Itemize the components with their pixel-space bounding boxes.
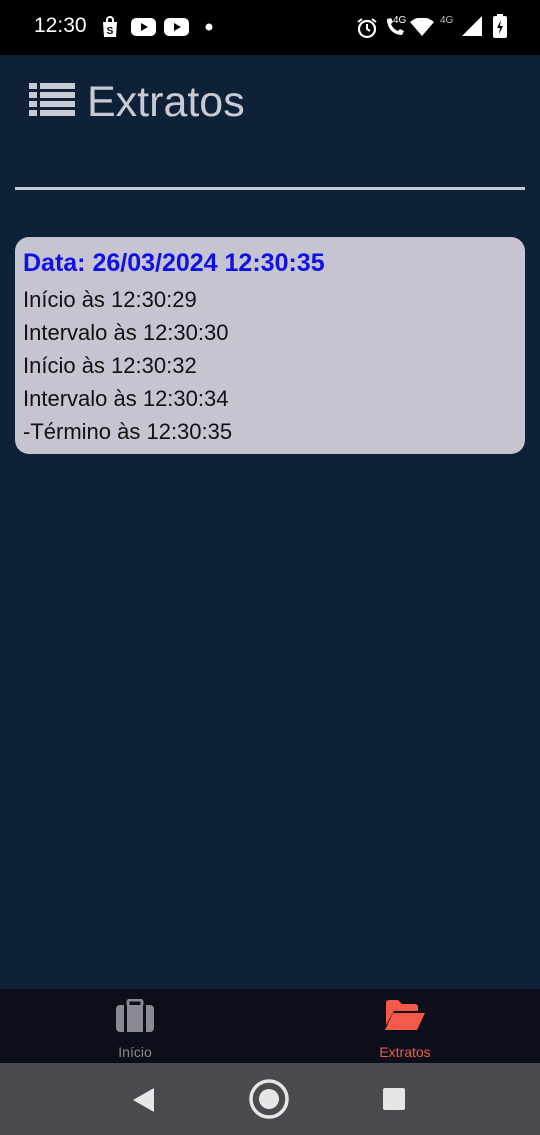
entry-line: -Término às 12:30:35	[23, 419, 233, 444]
shopping-bag-icon: S	[103, 16, 117, 37]
battery-charging-icon	[493, 14, 507, 38]
network-label: 4G	[393, 15, 407, 26]
alarm-icon	[357, 18, 377, 39]
nav-label-extratos: Extratos	[379, 1044, 431, 1060]
page-title: Extratos	[87, 78, 245, 126]
back-icon[interactable]	[132, 1087, 156, 1113]
system-nav-bar	[0, 1063, 540, 1135]
signal-icon	[462, 16, 482, 36]
dot-icon	[205, 23, 213, 31]
entry-line: Início às 12:30:32	[23, 353, 197, 378]
list-icon	[29, 83, 75, 116]
wifi-icon	[410, 18, 434, 36]
folder-open-icon	[385, 1000, 425, 1030]
entry-line: Início às 12:30:29	[23, 287, 197, 312]
status-time: 12:30	[34, 14, 87, 37]
briefcase-icon	[116, 999, 154, 1032]
recents-icon[interactable]	[383, 1088, 405, 1110]
entry-line: Intervalo às 12:30:34	[23, 386, 229, 411]
network-label: 4G	[440, 15, 454, 26]
statement-card: Data: 26/03/2024 12:30:35 Início às 12:3…	[15, 237, 525, 454]
nav-item-extratos[interactable]: Extratos	[270, 989, 540, 1063]
bottom-nav: Início Extratos	[0, 989, 540, 1063]
nav-item-inicio[interactable]: Início	[0, 989, 270, 1063]
header-divider	[15, 187, 525, 190]
nav-label-inicio: Início	[118, 1044, 152, 1060]
svg-text:S: S	[107, 26, 114, 37]
youtube-icon	[164, 18, 189, 36]
status-bar: 12:30 S 4G 4G	[0, 0, 540, 55]
home-icon[interactable]	[248, 1078, 290, 1120]
entry-line: Intervalo às 12:30:30	[23, 320, 229, 345]
card-date-title: Data: 26/03/2024 12:30:35	[23, 249, 325, 277]
youtube-icon	[131, 18, 156, 36]
